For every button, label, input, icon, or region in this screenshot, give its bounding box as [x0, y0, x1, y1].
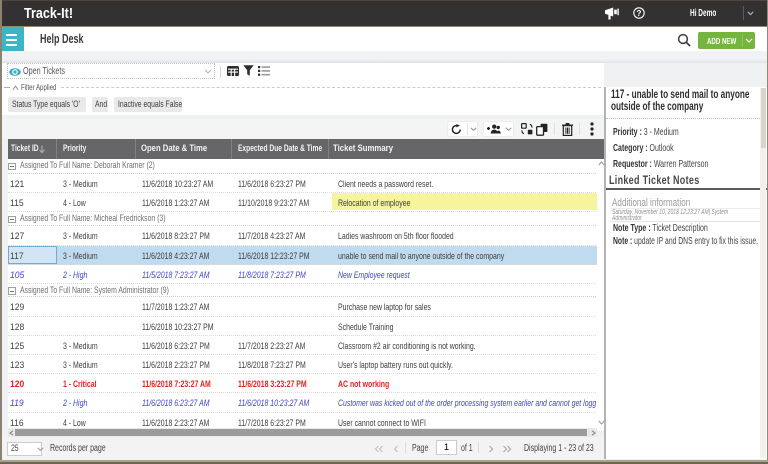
svg-text:?: ?	[637, 9, 642, 18]
